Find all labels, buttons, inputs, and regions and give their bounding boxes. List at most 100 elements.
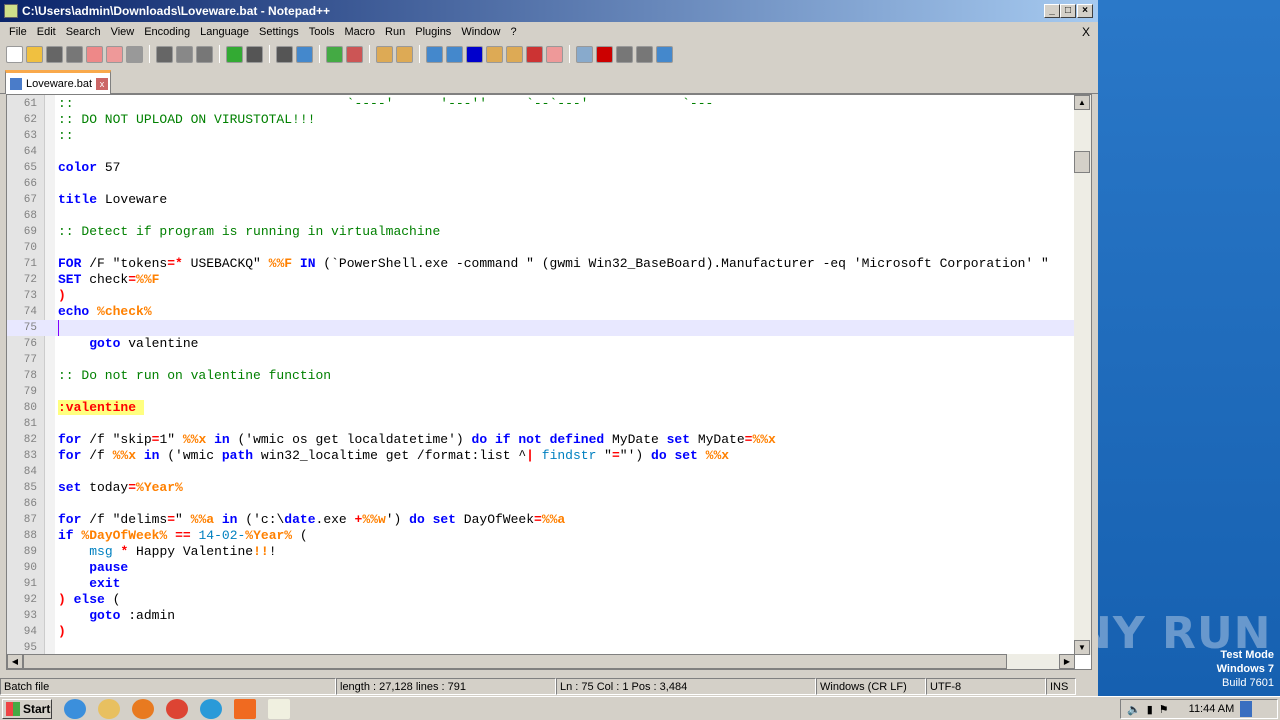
menu-plugins[interactable]: Plugins — [410, 26, 456, 38]
indent-guide-icon[interactable] — [466, 45, 483, 63]
scroll-left-button[interactable]: ◀ — [7, 654, 23, 669]
find-icon[interactable] — [276, 45, 293, 63]
undo-icon[interactable] — [226, 45, 243, 63]
taskbar-file-explorer-icon[interactable] — [98, 698, 120, 719]
menu-encoding[interactable]: Encoding — [139, 26, 195, 38]
menu-settings[interactable]: Settings — [254, 26, 304, 38]
maximize-button[interactable]: □ — [1060, 4, 1076, 18]
menu-tools[interactable]: Tools — [304, 26, 340, 38]
code-token: if — [58, 528, 74, 543]
line-number: 89 — [23, 546, 37, 558]
code-line: 88 if %DayOfWeek% == 14-02-%Year% ( — [7, 528, 1075, 544]
menu-run[interactable]: Run — [380, 26, 410, 38]
code-token: = — [167, 512, 176, 527]
close-button[interactable]: × — [1077, 4, 1093, 18]
folder-workspace-icon[interactable] — [526, 45, 543, 63]
toolbar-separator — [269, 45, 270, 63]
code-line: 72 SET check=%%F — [7, 272, 1075, 288]
menu-edit[interactable]: Edit — [32, 26, 61, 38]
line-text: for /f "skip=1" %%x in ('wmic os get loc… — [58, 432, 776, 448]
menu-window[interactable]: Window — [456, 26, 505, 38]
save-all-icon[interactable] — [66, 45, 83, 63]
save-macro-icon[interactable] — [656, 45, 673, 63]
new-icon[interactable] — [6, 45, 23, 63]
status-insert-mode: INS — [1046, 678, 1076, 695]
stop-macro-icon[interactable] — [596, 45, 613, 63]
line-number: 73 — [23, 290, 37, 302]
line-number: 69 — [23, 226, 37, 238]
monitor-icon[interactable] — [546, 45, 563, 63]
menu-search[interactable]: Search — [61, 26, 106, 38]
scroll-thumb[interactable] — [1074, 151, 1090, 173]
tab-loveware-bat[interactable]: Loveware.bat x — [5, 70, 111, 94]
start-button[interactable]: Start — [2, 698, 52, 719]
h-scroll-thumb[interactable] — [23, 654, 1007, 669]
action-center-flag-icon[interactable]: ⚑ — [1159, 703, 1169, 716]
replace-icon[interactable] — [296, 45, 313, 63]
sync-h-icon[interactable] — [396, 45, 413, 63]
code-token: title — [58, 192, 98, 207]
save-icon[interactable] — [46, 45, 63, 63]
menu-macro[interactable]: Macro — [339, 26, 380, 38]
test-mode-label: Test Mode Windows 7 Build 7601 — [1217, 648, 1274, 690]
line-number: 91 — [23, 578, 37, 590]
show-desktop-button[interactable] — [1240, 701, 1253, 717]
taskbar-apps — [52, 698, 290, 719]
taskbar-media-player-icon[interactable] — [132, 698, 154, 719]
code-line: 78:: Do not run on valentine function — [7, 368, 1075, 384]
sync-v-icon[interactable] — [376, 45, 393, 63]
taskbar-notepad-plus-plus-icon[interactable] — [268, 698, 290, 719]
menu-view[interactable]: View — [106, 26, 140, 38]
close-all-icon[interactable] — [106, 45, 123, 63]
function-list-icon[interactable] — [506, 45, 523, 63]
vertical-scrollbar[interactable]: ▲ ▼ — [1074, 95, 1091, 655]
line-text: for /f "delims=" %%a in ('c:\date.exe +%… — [58, 512, 565, 528]
show-all-chars-icon[interactable] — [446, 45, 463, 63]
code-token: %check% — [97, 304, 152, 319]
paste-icon[interactable] — [196, 45, 213, 63]
code-token: check — [81, 272, 129, 287]
line-text: color 57 — [58, 160, 120, 176]
redo-icon[interactable] — [246, 45, 263, 63]
clock[interactable]: 11:44 AM — [1189, 703, 1235, 715]
code-token: %%x — [752, 432, 776, 447]
word-wrap-icon[interactable] — [426, 45, 443, 63]
network-icon[interactable]: ▮ — [1147, 703, 1153, 716]
menu-file[interactable]: File — [4, 26, 32, 38]
doc-map-icon[interactable] — [486, 45, 503, 63]
taskbar-chrome-icon[interactable] — [166, 698, 188, 719]
play-macro-icon[interactable] — [616, 45, 633, 63]
scroll-right-button[interactable]: ▶ — [1059, 654, 1075, 669]
code-line: 84 — [7, 464, 1075, 480]
copy-icon[interactable] — [176, 45, 193, 63]
scroll-down-button[interactable]: ▼ — [1074, 640, 1090, 655]
line-number: 84 — [23, 466, 37, 478]
cut-icon[interactable] — [156, 45, 173, 63]
print-icon[interactable] — [126, 45, 143, 63]
line-number: 82 — [23, 434, 37, 446]
code-token: = — [128, 480, 137, 495]
text-caret — [58, 320, 59, 336]
minimize-button[interactable]: _ — [1044, 4, 1060, 18]
zoom-out-icon[interactable] — [346, 45, 363, 63]
run-macro-multiple-icon[interactable] — [636, 45, 653, 63]
code-editor[interactable]: 61:: `----' '---'' `--`---' `--- 62:: DO … — [6, 94, 1092, 670]
taskbar-edge-icon[interactable] — [200, 698, 222, 719]
menu-help[interactable]: ? — [505, 26, 521, 38]
taskbar-internet-explorer-icon[interactable] — [64, 698, 86, 719]
open-icon[interactable] — [26, 45, 43, 63]
taskbar-firefox-icon[interactable] — [234, 698, 256, 719]
close-icon[interactable] — [86, 45, 103, 63]
horizontal-scrollbar[interactable]: ◀ ▶ — [7, 654, 1075, 669]
volume-icon[interactable]: 🔈 — [1127, 703, 1141, 716]
close-document-x[interactable]: X — [1082, 25, 1090, 39]
menu-language[interactable]: Language — [195, 26, 254, 38]
code-token: date — [284, 512, 316, 527]
scroll-up-button[interactable]: ▲ — [1074, 95, 1090, 110]
line-number: 70 — [23, 242, 37, 254]
tab-close-icon[interactable]: x — [96, 77, 109, 90]
code-token: do — [409, 512, 425, 527]
zoom-in-icon[interactable] — [326, 45, 343, 63]
record-macro-icon[interactable] — [576, 45, 593, 63]
code-token: :: `----' '---'' `--`---' `--- — [58, 96, 714, 111]
